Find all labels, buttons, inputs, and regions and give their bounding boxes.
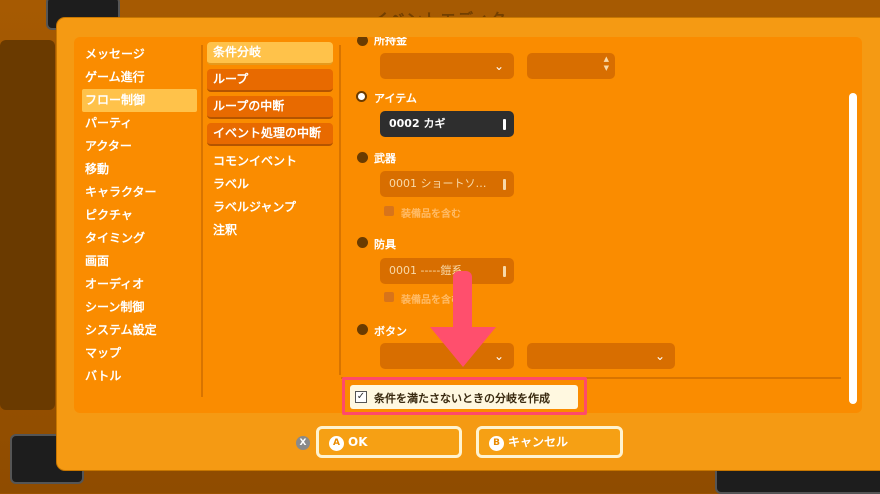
command-common-event[interactable]: コモンイベント xyxy=(207,150,333,173)
category-map[interactable]: マップ xyxy=(82,342,197,365)
caret-icon xyxy=(503,119,506,130)
radio-weapon[interactable] xyxy=(357,152,368,163)
ok-button[interactable]: A OK xyxy=(316,426,462,458)
category-audio[interactable]: オーディオ xyxy=(82,273,197,296)
category-screen[interactable]: 画面 xyxy=(82,250,197,273)
options-scrollbar[interactable] xyxy=(849,93,857,404)
command-conditional-branch[interactable]: 条件分岐 xyxy=(207,42,333,65)
option-item-label: アイテム xyxy=(374,92,417,105)
chevron-down-icon: ⌄ xyxy=(493,59,504,73)
category-list: メッセージ ゲーム進行 フロー制御 パーティ アクター 移動 キャラクター ピク… xyxy=(82,43,197,388)
button-state-select[interactable]: ⌄ xyxy=(527,343,675,369)
category-flow-control[interactable]: フロー制御 xyxy=(82,89,197,112)
weapon-select-value: 0001 ショートソ… xyxy=(389,177,487,190)
armor-include-equipment-checkbox[interactable] xyxy=(384,292,394,302)
category-message[interactable]: メッセージ xyxy=(82,43,197,66)
annotation-highlight-box xyxy=(342,377,587,415)
gold-amount-stepper[interactable]: ▲ ▼ xyxy=(527,53,615,79)
armor-select-value: 0001 -----鎧系 xyxy=(389,264,463,277)
weapon-include-equipment-label: 装備品を含む xyxy=(401,209,461,220)
ok-label: OK xyxy=(348,435,368,449)
category-system-settings[interactable]: システム設定 xyxy=(82,319,197,342)
background-tile xyxy=(0,40,55,410)
radio-gold[interactable] xyxy=(357,37,368,46)
column-divider xyxy=(201,45,203,397)
category-movement[interactable]: 移動 xyxy=(82,158,197,181)
command-comment[interactable]: 注釈 xyxy=(207,219,333,242)
column-divider xyxy=(339,45,341,375)
armor-select[interactable]: 0001 -----鎧系 xyxy=(380,258,514,284)
command-loop[interactable]: ループ xyxy=(207,69,333,92)
category-actor[interactable]: アクター xyxy=(82,135,197,158)
x-button-hint: X xyxy=(296,436,310,450)
category-party[interactable]: パーティ xyxy=(82,112,197,135)
item-select[interactable]: 0002 カギ xyxy=(380,111,514,137)
radio-armor[interactable] xyxy=(357,237,368,248)
chevron-down-icon: ⌄ xyxy=(654,349,665,363)
caret-icon xyxy=(503,179,506,190)
item-select-value: 0002 カギ xyxy=(389,117,446,130)
command-label-jump[interactable]: ラベルジャンプ xyxy=(207,196,333,219)
category-picture[interactable]: ピクチャ xyxy=(82,204,197,227)
option-button-label: ボタン xyxy=(374,325,407,338)
category-character[interactable]: キャラクター xyxy=(82,181,197,204)
radio-item[interactable] xyxy=(356,91,367,102)
weapon-include-equipment-checkbox[interactable] xyxy=(384,206,394,216)
command-label[interactable]: ラベル xyxy=(207,173,333,196)
caret-icon xyxy=(503,266,506,277)
condition-options: 所持金 ⌄ ▲ ▼ アイテム 0002 カギ 武器 0001 ショートソ… 装備品… xyxy=(342,37,847,375)
option-armor-label: 防具 xyxy=(374,238,396,251)
stepper-icon: ▲ ▼ xyxy=(603,55,609,72)
option-weapon-label: 武器 xyxy=(374,152,396,165)
category-game-progress[interactable]: ゲーム進行 xyxy=(82,66,197,89)
radio-button[interactable] xyxy=(357,324,368,335)
command-exit-event[interactable]: イベント処理の中断 xyxy=(207,123,333,146)
armor-include-equipment-label: 装備品を含む xyxy=(401,295,461,306)
command-break-loop[interactable]: ループの中断 xyxy=(207,96,333,119)
category-scene-control[interactable]: シーン制御 xyxy=(82,296,197,319)
category-timing[interactable]: タイミング xyxy=(82,227,197,250)
annotation-arrow xyxy=(453,271,472,331)
gold-operator-select[interactable]: ⌄ xyxy=(380,53,514,79)
cancel-button[interactable]: B キャンセル xyxy=(476,426,623,458)
option-gold-label: 所持金 xyxy=(374,37,407,47)
category-battle[interactable]: バトル xyxy=(82,365,197,388)
b-button-icon: B xyxy=(489,436,504,451)
weapon-select[interactable]: 0001 ショートソ… xyxy=(380,171,514,197)
annotation-arrow-head xyxy=(430,327,496,367)
a-button-icon: A xyxy=(329,436,344,451)
command-list: 条件分岐 ループ ループの中断 イベント処理の中断 コモンイベント ラベル ラベ… xyxy=(207,42,333,242)
cancel-label: キャンセル xyxy=(508,435,569,449)
